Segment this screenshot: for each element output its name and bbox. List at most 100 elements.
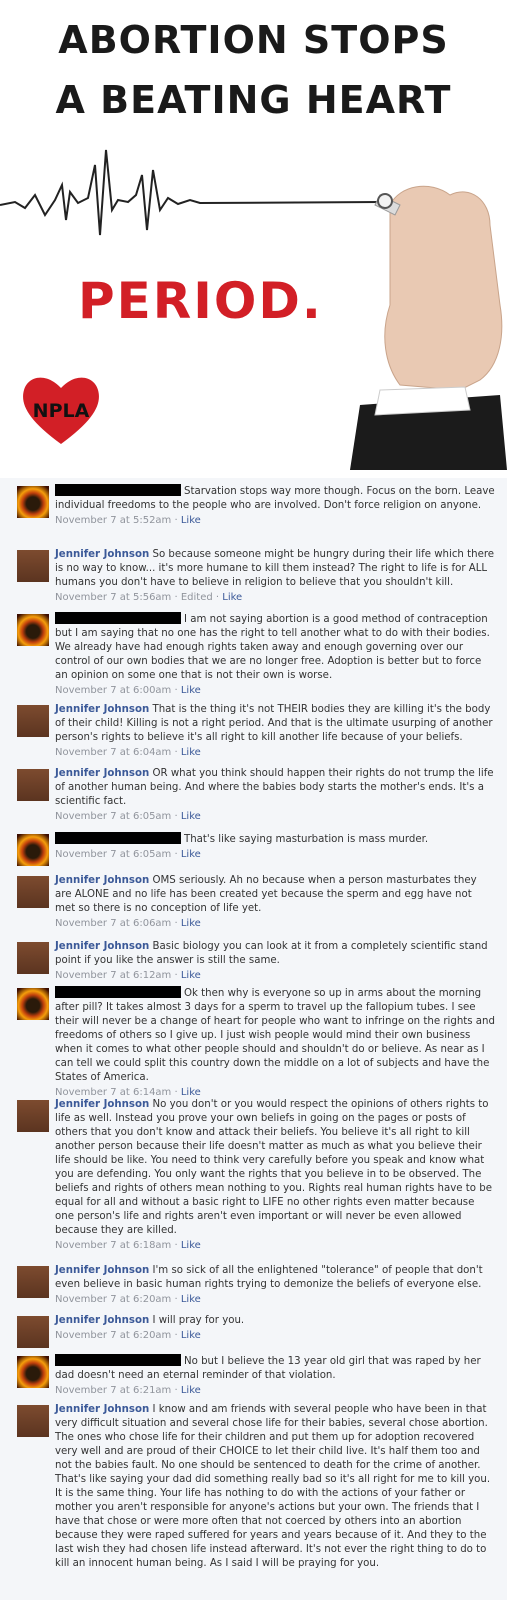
like-link[interactable]: Like <box>181 1385 201 1396</box>
flaming-skull-avatar[interactable] <box>17 988 49 1020</box>
like-link[interactable]: Like <box>181 1240 201 1251</box>
like-link[interactable]: Like <box>181 515 201 526</box>
like-link[interactable]: Like <box>181 747 201 758</box>
comment-body: Jennifer Johnson So because someone migh… <box>55 548 495 605</box>
author-name-link[interactable]: Jennifer Johnson <box>55 941 149 952</box>
redacted-name <box>55 612 181 624</box>
comment-text: Ok then why is everyone so up in arms ab… <box>55 988 495 1083</box>
avatar[interactable] <box>17 705 49 737</box>
banner-image: ABORTION STOPS A BEATING HEART PERIOD. N… <box>0 0 507 475</box>
comment-body: Jennifer Johnson OMS seriously. Ah no be… <box>55 874 495 931</box>
comment-meta: November 7 at 6:00am · Like <box>55 684 495 698</box>
timestamp-link[interactable]: November 7 at 6:00am <box>55 685 171 696</box>
author-name-link[interactable]: Jennifer Johnson <box>55 549 149 560</box>
logo-text: NPLA <box>32 400 90 422</box>
comment-meta: November 7 at 6:05am · Like <box>55 848 495 862</box>
headline-line-1: ABORTION STOPS <box>58 18 449 62</box>
comment-meta: November 7 at 6:06am · Like <box>55 917 495 931</box>
like-link[interactable]: Like <box>181 811 201 822</box>
author-name-link[interactable]: Jennifer Johnson <box>55 875 149 886</box>
like-link[interactable]: Like <box>181 685 201 696</box>
flaming-skull-avatar[interactable] <box>17 834 49 866</box>
author-name-link[interactable]: Jennifer Johnson <box>55 1099 149 1110</box>
comment-meta: November 7 at 6:18am · Like <box>55 1239 495 1253</box>
redacted-name <box>55 1354 181 1366</box>
comment-meta: November 7 at 6:12am · Like <box>55 969 495 983</box>
avatar[interactable] <box>17 1100 49 1132</box>
separator: · <box>171 970 181 981</box>
avatar[interactable] <box>17 550 49 582</box>
separator: · <box>171 1294 181 1305</box>
npla-logo: NPLA <box>18 370 104 448</box>
timestamp-link[interactable]: November 7 at 5:56am <box>55 592 171 603</box>
separator: · <box>171 592 181 603</box>
comment-body: Jennifer Johnson I will pray for you. Nov… <box>55 1314 495 1343</box>
comment-meta: November 7 at 6:04am · Like <box>55 746 495 760</box>
timestamp-link[interactable]: November 7 at 6:20am <box>55 1330 171 1341</box>
redacted-name <box>55 832 181 844</box>
separator: · <box>171 747 181 758</box>
comment-meta: November 7 at 6:20am · Like <box>55 1293 495 1307</box>
avatar[interactable] <box>17 1316 49 1348</box>
timestamp-link[interactable]: November 7 at 6:12am <box>55 970 171 981</box>
separator: · <box>171 515 181 526</box>
timestamp-link[interactable]: November 7 at 6:18am <box>55 1240 171 1251</box>
separator: · <box>171 1330 181 1341</box>
author-name-link[interactable]: Jennifer Johnson <box>55 1404 149 1415</box>
separator: · <box>171 849 181 860</box>
comment-body: No but I believe the 13 year old girl th… <box>55 1354 495 1398</box>
timestamp-link[interactable]: November 7 at 6:21am <box>55 1385 171 1396</box>
comment-text: I know and am friends with several peopl… <box>55 1404 491 1569</box>
timestamp-link[interactable]: November 7 at 6:06am <box>55 918 171 929</box>
avatar[interactable] <box>17 1405 49 1437</box>
comment-body: Starvation stops way more though. Focus … <box>55 484 495 528</box>
timestamp-link[interactable]: November 7 at 5:52am <box>55 515 171 526</box>
comment-body: I am not saying abortion is a good metho… <box>55 612 495 698</box>
comment-meta: November 7 at 5:56am · Edited · Like <box>55 591 495 605</box>
timestamp-link[interactable]: November 7 at 6:14am <box>55 1087 171 1098</box>
separator: · <box>171 1087 181 1098</box>
comment-body: Jennifer Johnson I'm so sick of all the … <box>55 1264 495 1307</box>
avatar[interactable] <box>17 876 49 908</box>
like-link[interactable]: Like <box>181 918 201 929</box>
separator: · <box>171 918 181 929</box>
avatar[interactable] <box>17 769 49 801</box>
comment-body: Jennifer Johnson I know and am friends w… <box>55 1403 495 1571</box>
comment-body: Jennifer Johnson Basic biology you can l… <box>55 940 495 983</box>
comment-text: That's like saying masturbation is mass … <box>184 834 429 845</box>
timestamp-link[interactable]: November 7 at 6:20am <box>55 1294 171 1305</box>
comment-body: Ok then why is everyone so up in arms ab… <box>55 986 495 1100</box>
flaming-skull-avatar[interactable] <box>17 614 49 646</box>
comment-text: I am not saying abortion is a good metho… <box>55 614 490 681</box>
redacted-name <box>55 484 181 496</box>
headline-line-2: A BEATING HEART <box>55 78 452 122</box>
comment-meta: November 7 at 6:21am · Like <box>55 1384 495 1398</box>
flaming-skull-avatar[interactable] <box>17 1356 49 1388</box>
separator: · <box>171 685 181 696</box>
like-link[interactable]: Like <box>181 1330 201 1341</box>
period-text: PERIOD. <box>78 272 323 330</box>
author-name-link[interactable]: Jennifer Johnson <box>55 768 149 779</box>
like-link[interactable]: Like <box>181 970 201 981</box>
author-name-link[interactable]: Jennifer Johnson <box>55 1265 149 1276</box>
timestamp-link[interactable]: November 7 at 6:04am <box>55 747 171 758</box>
comment-meta: November 7 at 6:20am · Like <box>55 1329 495 1343</box>
avatar[interactable] <box>17 942 49 974</box>
like-link[interactable]: Like <box>222 592 242 603</box>
comment-body: That's like saying masturbation is mass … <box>55 832 495 862</box>
timestamp-link[interactable]: November 7 at 6:05am <box>55 811 171 822</box>
comment-meta: November 7 at 6:05am · Like <box>55 810 495 824</box>
avatar[interactable] <box>17 1266 49 1298</box>
comment-body: Jennifer Johnson No you don't or you wou… <box>55 1098 495 1253</box>
edited-label[interactable]: Edited · <box>181 592 222 603</box>
author-name-link[interactable]: Jennifer Johnson <box>55 704 149 715</box>
hand-with-marker-icon <box>350 185 507 470</box>
like-link[interactable]: Like <box>181 849 201 860</box>
like-link[interactable]: Like <box>181 1087 201 1098</box>
flaming-skull-avatar[interactable] <box>17 486 49 518</box>
author-name-link[interactable]: Jennifer Johnson <box>55 1315 149 1326</box>
timestamp-link[interactable]: November 7 at 6:05am <box>55 849 171 860</box>
separator: · <box>171 811 181 822</box>
like-link[interactable]: Like <box>181 1294 201 1305</box>
separator: · <box>171 1240 181 1251</box>
